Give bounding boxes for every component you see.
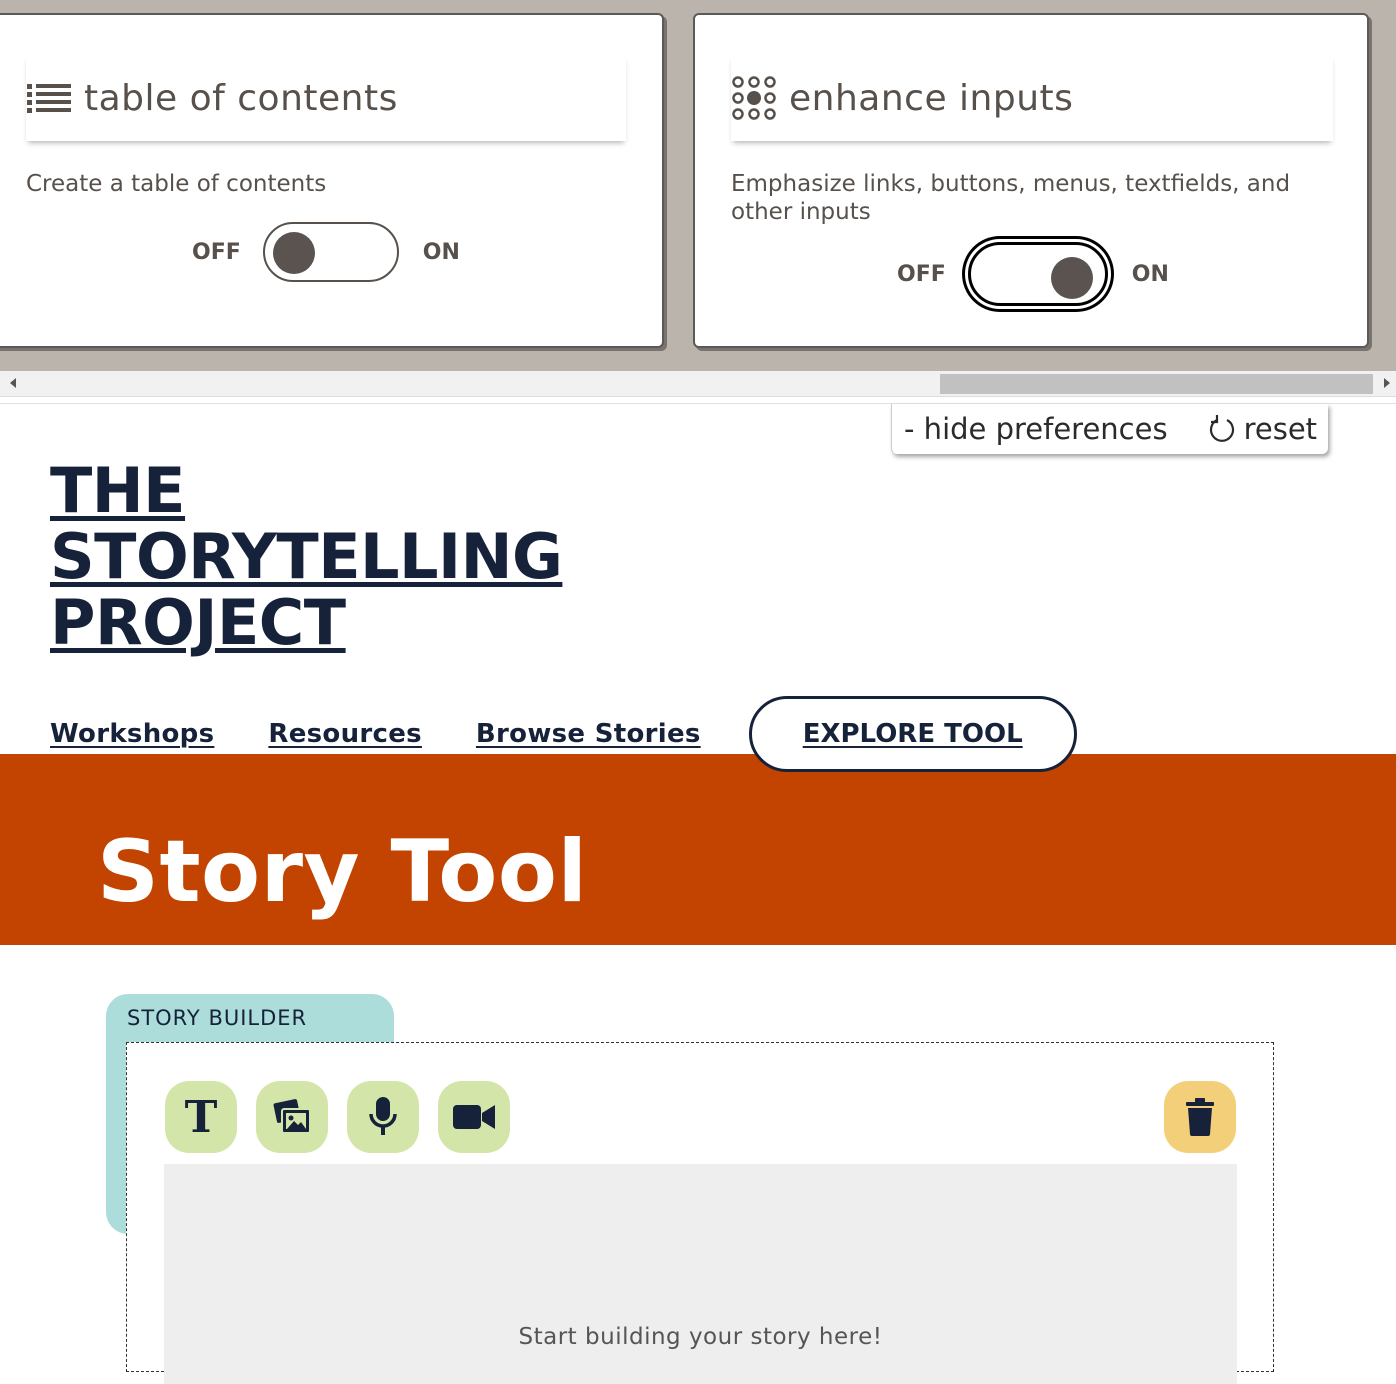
- scroll-right-arrow-icon[interactable]: [1384, 378, 1390, 388]
- explore-tool-button[interactable]: EXPLORE TOOL: [748, 696, 1077, 772]
- add-video-button[interactable]: [438, 1081, 510, 1153]
- pref-card-description: Create a table of contents: [26, 171, 327, 197]
- toggle-knob: [272, 232, 315, 274]
- page-title: Story Tool: [97, 822, 588, 922]
- story-builder-area: T Start building your story here!: [126, 1042, 1274, 1384]
- story-drop-area[interactable]: Start building your story here!: [164, 1164, 1237, 1384]
- preferences-panel: table of contents Create a table of cont…: [0, 0, 1396, 371]
- pref-card-header: table of contents: [26, 55, 626, 141]
- scrollbar-thumb[interactable]: [940, 374, 1373, 394]
- reset-label: reset: [1243, 412, 1318, 446]
- image-icon: [273, 1099, 311, 1134]
- text-icon: T: [184, 1091, 218, 1143]
- enhance-inputs-switch-row: OFF ON: [897, 242, 1169, 306]
- enhance-inputs-toggle-switch[interactable]: [967, 242, 1108, 306]
- pref-card-header: enhance inputs: [731, 55, 1333, 141]
- story-placeholder-text: Start building your story here!: [518, 1324, 883, 1350]
- nav-link-workshops[interactable]: Workshops: [50, 719, 214, 749]
- add-image-button[interactable]: [256, 1081, 328, 1153]
- logo-line: PROJECT: [50, 586, 346, 659]
- dots-grid-icon: [731, 75, 777, 121]
- story-builder-label: STORY BUILDER: [127, 1006, 308, 1030]
- logo-line: THE: [50, 454, 186, 527]
- horizontal-scrollbar[interactable]: [0, 371, 1396, 397]
- add-text-button[interactable]: T: [165, 1081, 237, 1153]
- pref-card-title: table of contents: [84, 77, 398, 119]
- list-icon: [26, 75, 72, 121]
- hide-preferences-button[interactable]: - hide preferences: [904, 412, 1168, 446]
- preferences-tab: - hide preferences reset: [891, 404, 1328, 454]
- pref-card-title: enhance inputs: [789, 77, 1074, 119]
- toc-toggle-switch[interactable]: [262, 222, 399, 282]
- switch-on-label: ON: [422, 239, 460, 265]
- hero-banner: Story Tool: [0, 754, 1396, 945]
- pref-card-enhance-inputs: enhance inputs Emphasize links, buttons,…: [693, 13, 1369, 348]
- nav-link-browse-stories[interactable]: Browse Stories: [476, 719, 701, 749]
- scroll-left-arrow-icon[interactable]: [10, 378, 16, 388]
- switch-on-label: ON: [1131, 261, 1169, 287]
- switch-off-label: OFF: [192, 239, 241, 265]
- video-camera-icon: [453, 1105, 495, 1129]
- logo-line: STORYTELLING: [50, 520, 563, 593]
- pref-card-table-of-contents: table of contents Create a table of cont…: [0, 13, 664, 348]
- toc-switch-row: OFF ON: [192, 222, 460, 282]
- toggle-knob: [1050, 257, 1093, 299]
- reset-button[interactable]: reset: [1208, 412, 1317, 446]
- nav-link-resources[interactable]: Resources: [268, 719, 422, 749]
- site-logo-link[interactable]: THE STORYTELLING PROJECT: [50, 454, 563, 659]
- trash-icon: [1186, 1098, 1214, 1136]
- delete-button[interactable]: [1164, 1081, 1236, 1153]
- pref-card-description: Emphasize links, buttons, menus, textfie…: [731, 171, 1291, 225]
- microphone-icon: [369, 1097, 397, 1135]
- reset-icon: [1209, 415, 1234, 442]
- add-audio-button[interactable]: [347, 1081, 419, 1153]
- switch-off-label: OFF: [897, 261, 946, 287]
